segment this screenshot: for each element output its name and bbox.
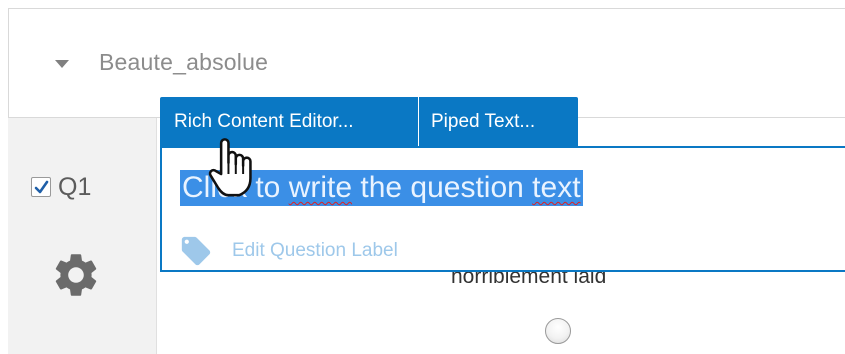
piped-text-tab[interactable]: Piped Text... <box>419 97 578 147</box>
question-text-suffix: text <box>532 171 581 204</box>
question-number: Q1 <box>58 173 92 201</box>
rich-content-editor-tab[interactable]: Rich Content Editor... <box>160 97 419 147</box>
question-select-checkbox[interactable] <box>31 177 51 197</box>
block-title[interactable]: Beaute_absolue <box>99 49 268 76</box>
edit-question-label-link[interactable]: Edit Question Label <box>232 240 398 262</box>
question-text-mid: the question <box>352 171 533 204</box>
question-label-row[interactable]: Edit Question Label <box>178 234 398 268</box>
gear-icon[interactable] <box>50 249 102 301</box>
question-text-word: write <box>288 171 353 204</box>
caret-down-icon[interactable] <box>55 60 69 68</box>
tag-icon <box>181 236 211 266</box>
question-text-editor[interactable]: Click to write the question text Edit Qu… <box>160 146 845 272</box>
choice-radio[interactable] <box>545 318 571 344</box>
checkmark-icon <box>34 180 49 194</box>
hand-pointer-icon <box>208 138 252 197</box>
survey-editor: Beaute_absolue Q1 horriblement laid Rich… <box>0 0 845 354</box>
